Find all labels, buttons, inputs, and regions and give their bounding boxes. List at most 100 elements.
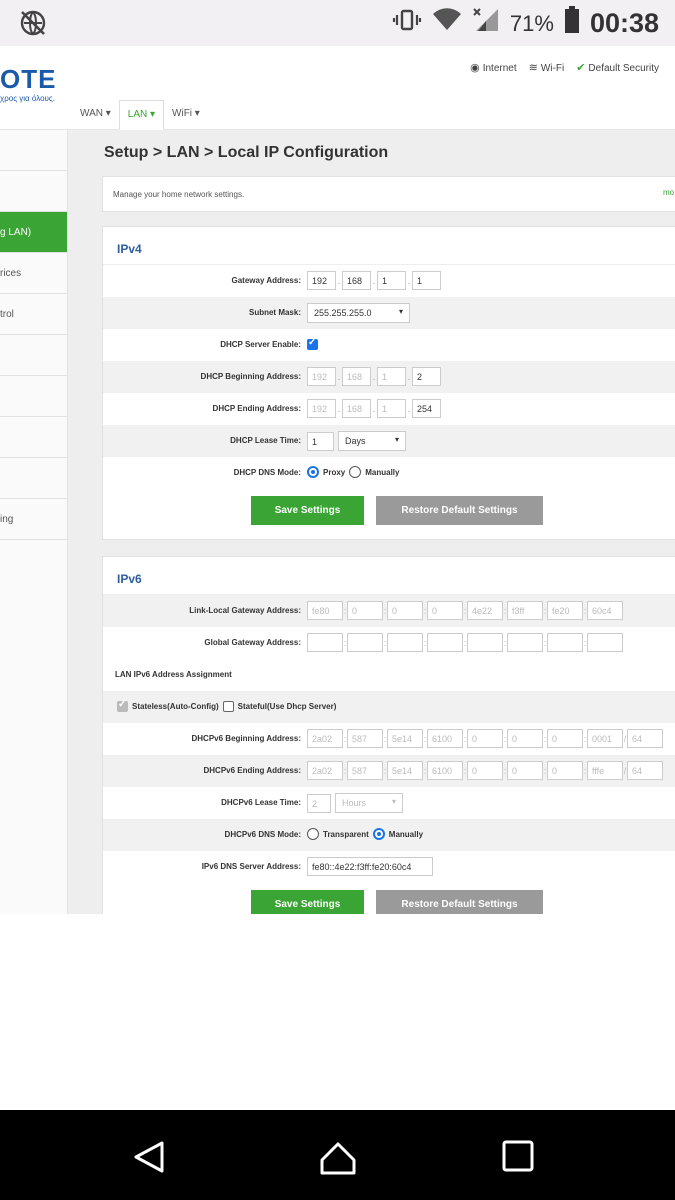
assignment-label: LAN IPv6 Address Assignment [115,670,232,679]
v6-begin-seg-1: 2a02 [307,729,343,748]
sidebar-item-services[interactable]: rices [0,253,67,294]
dhcp-begin-octet-4[interactable]: 2 [412,367,441,386]
restore-defaults-button[interactable]: Restore Default Settings [376,496,543,525]
v6-begin-prefix: 64 [627,729,663,748]
gateway-octet-1[interactable]: 192 [307,271,336,290]
sidebar-item[interactable] [0,335,67,376]
chevron-down-icon: ▾ [394,435,399,444]
v6-begin-seg-3: 5e14 [387,729,423,748]
link-local-seg-1: fe80 [307,601,343,620]
v6-dns-mode-row: DHCPv6 DNS Mode: Transparent Manually [103,819,675,851]
gateway-octet-4[interactable]: 1 [412,271,441,290]
tab-wifi[interactable]: WiFi ▾ [164,100,208,130]
dns-proxy-radio[interactable] [307,466,319,478]
global-seg-8[interactable] [587,633,623,652]
dhcp-end-octet-3: 1 [377,399,406,418]
v6-begin-seg-4: 6100 [427,729,463,748]
global-seg-5[interactable] [467,633,503,652]
stateless-label: Stateless(Auto-Config) [132,702,219,711]
router-header: OTE χρος για όλους. ◉ Internet ≋ Wi-Fi ✔ De… [0,46,675,130]
globe-crossed-icon [18,8,48,43]
link-local-seg-4: 0 [427,601,463,620]
sidebar-item-control[interactable]: trol [0,294,67,335]
globe-icon: ◉ [470,62,480,74]
dhcp-enable-checkbox[interactable] [307,337,318,350]
v6-dns-server-row: IPv6 DNS Server Address: fe80::4e22:f3ff… [103,851,675,883]
link-local-seg-6: f3ff [507,601,543,620]
v6-dns-manual-radio[interactable] [372,828,385,840]
v6-dns-server-input[interactable]: fe80::4e22:f3ff:fe20:60c4 [307,857,433,876]
lease-label: DHCP Lease Time: [230,436,301,445]
gateway-label: Gateway Address: [231,276,301,285]
assignment-options-row: Stateless(Auto-Config) Stateful(Use Dhcp… [103,691,675,723]
security-link[interactable]: ✔ Default Security [576,61,659,74]
v6-end-label: DHCPv6 Ending Address: [203,766,302,775]
global-seg-2[interactable] [347,633,383,652]
sidebar-item[interactable] [0,417,67,458]
global-seg-3[interactable] [387,633,423,652]
chevron-down-icon: ▾ [398,307,403,316]
sidebar-item[interactable] [0,376,67,417]
link-local-label: Link-Local Gateway Address: [189,606,301,615]
v6-end-seg-6: 0 [507,761,543,780]
battery-percent: 71% [509,10,554,36]
info-text: Manage your home network settings. [113,190,245,199]
stateful-label: Stateful(Use Dhcp Server) [237,702,337,711]
v6-begin-row: DHCPv6 Beginning Address: 2a02: 587: 5e1… [103,723,675,755]
internet-link[interactable]: ◉ Internet [470,61,517,74]
sidebar-item[interactable] [0,171,67,212]
dhcp-end-octet-4[interactable]: 254 [412,399,441,418]
check-circle-icon: ✔ [576,62,586,74]
tab-lan[interactable]: LAN ▾ [118,100,165,130]
link-local-seg-7: fe20 [547,601,583,620]
android-nav-bar [0,1110,675,1200]
sidebar-item-lan[interactable]: g LAN) [0,212,67,253]
lease-row: DHCP Lease Time: 1 Days ▾ [103,425,675,457]
v6-end-seg-2: 587 [347,761,383,780]
ote-logo[interactable]: OTE [0,64,56,95]
global-seg-4[interactable] [427,633,463,652]
v6-dns-transparent-radio[interactable] [307,828,319,840]
v6-begin-label: DHCPv6 Beginning Address: [191,734,302,743]
global-seg-6[interactable] [507,633,543,652]
lease-unit-select[interactable]: Days ▾ [338,431,406,451]
v6-end-seg-7: 0 [547,761,583,780]
gateway-octet-3[interactable]: 1 [377,271,406,290]
global-seg-7[interactable] [547,633,583,652]
v6-end-seg-5: 0 [467,761,503,780]
v6-restore-defaults-button[interactable]: Restore Default Settings [376,890,543,914]
dns-manual-radio[interactable] [349,466,362,478]
v6-save-settings-button[interactable]: Save Settings [251,890,364,914]
more-link[interactable]: mo [663,188,674,197]
back-icon[interactable] [132,1140,166,1179]
subnet-select[interactable]: 255.255.255.0 ▾ [307,303,410,323]
nav-tabs: WAN ▾ LAN ▾ WiFi ▾ [72,100,208,130]
v6-dns-server-label: IPv6 DNS Server Address: [201,862,301,871]
dhcp-end-octet-2: 168 [342,399,371,418]
tab-wan[interactable]: WAN ▾ [72,100,119,130]
link-local-row: Link-Local Gateway Address: fe80: 0: 0: … [103,595,675,627]
sidebar-item[interactable] [0,458,67,499]
dhcp-end-label: DHCP Ending Address: [212,404,301,413]
v6-begin-seg-5: 0 [467,729,503,748]
v6-end-prefix: 64 [627,761,663,780]
ipv4-panel: IPv4 Gateway Address: 192. 168. 1. 1 Sub… [102,226,675,540]
v6-lease-unit-select: Hours ▾ [335,793,403,813]
blank-area [0,914,675,1110]
v6-begin-seg-6: 0 [507,729,543,748]
sidebar-item-routing[interactable]: ing [0,499,67,540]
lease-input[interactable]: 1 [307,431,334,451]
wifi-link[interactable]: ≋ Wi-Fi [529,61,565,74]
ipv6-title: IPv6 [103,557,675,595]
global-seg-1[interactable] [307,633,343,652]
stateful-checkbox[interactable] [222,701,234,712]
info-box: Manage your home network settings. mo [102,176,675,212]
sidebar-item[interactable] [0,130,67,171]
v6-lease-row: DHCPv6 Lease Time: 2 Hours ▾ [103,787,675,819]
save-settings-button[interactable]: Save Settings [251,496,364,525]
recents-icon[interactable] [502,1140,534,1177]
gateway-octet-2[interactable]: 168 [342,271,371,290]
clock: 00:38 [589,8,659,38]
home-icon[interactable] [319,1140,357,1181]
global-gateway-label: Global Gateway Address: [204,638,301,647]
